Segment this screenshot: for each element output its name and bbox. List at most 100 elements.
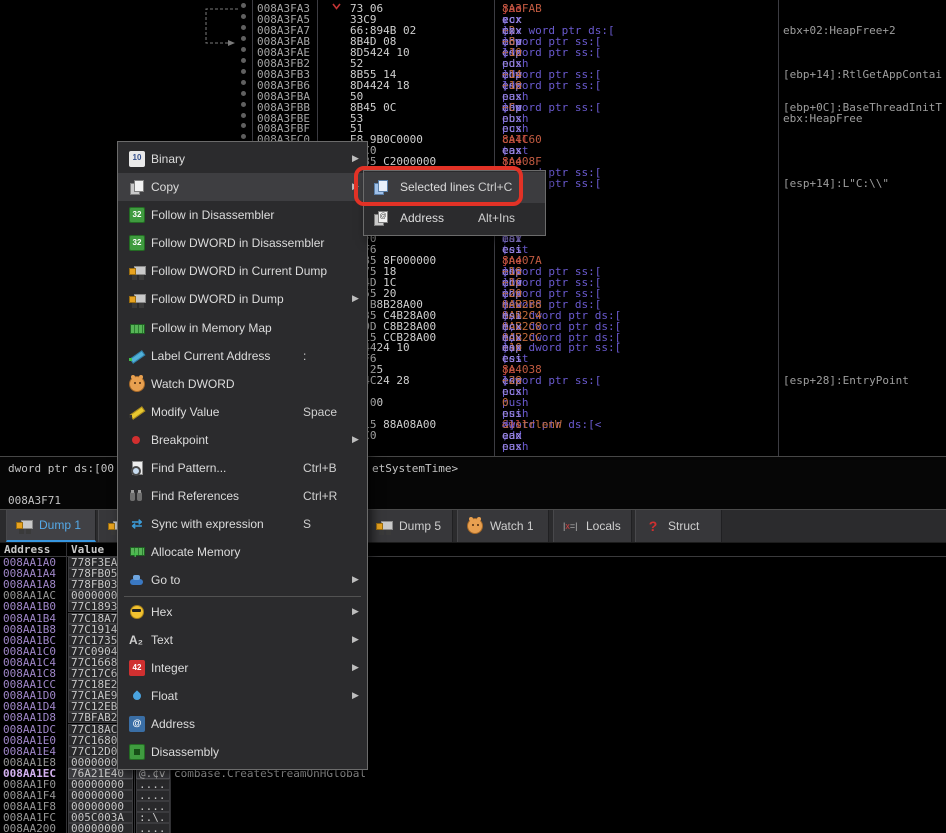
menu-item-float[interactable]: Float▶ [118, 682, 367, 710]
submenu-arrow-icon: ▶ [352, 606, 359, 617]
menu-item-label: Hex [151, 605, 172, 619]
disasm-row[interactable]: 008A3FB38B55 14mov edx,dword ptr ss:[ebp… [0, 69, 946, 80]
menu-item-hex[interactable]: Hex ▶ [118, 598, 367, 626]
disasm-row[interactable]: 008A3FA373 06jae 8A3FAB [0, 3, 946, 14]
breakpoint-dot[interactable] [241, 14, 246, 19]
tab-watch-1[interactable]: Watch 1 [457, 510, 549, 542]
menu-item-follow-in-disassembler[interactable]: Follow in Disassembler [118, 201, 367, 229]
dump-header-value: Value [71, 543, 104, 556]
menu-item-go-to[interactable]: Go to▶ [118, 566, 367, 594]
info-current-address: 008A3F71 [8, 495, 61, 507]
menu-item-allocate-memory[interactable]: Allocate Memory [118, 538, 367, 566]
menu-item-disassembly[interactable]: Disassembly [118, 738, 367, 766]
menu-item-find-references[interactable]: Find ReferencesCtrl+R [118, 482, 367, 510]
tab-label: Dump 5 [399, 519, 441, 533]
submenu-arrow-icon: ▶ [352, 434, 359, 445]
disasm-row[interactable]: 008A3FB68D4424 18lea eax,dword ptr ss:[e… [0, 80, 946, 91]
menu-item-binary[interactable]: Binary▶ [118, 145, 367, 173]
menu-item-label: Copy [151, 180, 179, 194]
disasm-row[interactable]: 008A3FAE8D5424 10lea edx,dword ptr ss:[e… [0, 47, 946, 58]
menu-item-integer[interactable]: Integer ▶ [118, 654, 367, 682]
menu-item-follow-dword-in-dump[interactable]: Follow DWORD in Dump▶ [118, 285, 367, 313]
menu-item-label: Go to [151, 573, 180, 587]
breakpoint-dot[interactable] [241, 25, 246, 30]
breakpoint-dot[interactable] [241, 3, 246, 8]
breakpoint-dot[interactable] [241, 69, 246, 74]
dump-row[interactable]: 008AA20000000000.... [0, 823, 946, 833]
menu-item-label: Allocate Memory [151, 545, 240, 559]
menu-separator [124, 596, 361, 597]
menu-item-label: Follow in Disassembler [151, 208, 274, 222]
disasm-row[interactable]: 008A3FBF51push ecx [0, 123, 946, 134]
breakpoint-dot[interactable] [241, 47, 246, 52]
info-expression-left: dword ptr ds:[00 [8, 463, 114, 475]
tab-dump-1[interactable]: Dump 1 [6, 510, 96, 542]
menu-item-sync-with-expression[interactable]: ⇄Sync with expressionS [118, 510, 367, 538]
submenu-item-address[interactable]: AddressAlt+Ins [364, 203, 545, 234]
dump-value: 00000000 [68, 823, 133, 833]
breakpoint-dot[interactable] [241, 134, 246, 139]
breakpoint-dot[interactable] [241, 80, 246, 85]
menu-item-follow-dword-in-current-dump[interactable]: Follow DWORD in Current Dump [118, 257, 367, 285]
disasm-row[interactable]: 008A3FBA50push eax [0, 91, 946, 102]
menu-item-label: Follow in Memory Map [151, 321, 272, 335]
float-icon [129, 688, 145, 704]
disasm-row[interactable]: 008A3FBE53push ebxebx:HeapFree [0, 113, 946, 124]
menu-item-label: Integer [151, 661, 188, 675]
tab-struct[interactable]: ? Struct [635, 510, 722, 542]
findref-icon [129, 488, 145, 504]
menu-item-follow-dword-in-disassembler[interactable]: Follow DWORD in Disassembler [118, 229, 367, 257]
submenu-item-selected-lines[interactable]: Selected linesCtrl+C [364, 172, 545, 203]
tab-label: Struct [668, 519, 699, 533]
tab-label: Dump 1 [39, 518, 81, 532]
text-icon: A₂ [129, 632, 145, 648]
breakpoint-dot[interactable] [241, 102, 246, 107]
disasm-bytes: 50 [350, 91, 363, 102]
menu-item-label: Follow DWORD in Current Dump [151, 264, 327, 278]
menu-item-follow-in-memory-map[interactable]: Follow in Memory Map [118, 314, 367, 342]
dump-header-address: Address [4, 543, 50, 556]
menu-item-watch-dword[interactable]: Watch DWORD [118, 370, 367, 398]
disasm-comment: [ebp+0C]:BaseThreadInitT [783, 102, 942, 113]
submenu-shortcut: Ctrl+C [478, 180, 512, 194]
tab-label: Watch 1 [490, 519, 534, 533]
goto-icon [129, 572, 145, 588]
menu-item-find-pattern[interactable]: Find Pattern...Ctrl+B [118, 454, 367, 482]
disasm-bytes: 8B45 0C [350, 102, 396, 113]
disasm-address: 008A3FB6 [257, 80, 310, 91]
struct-icon: ? [645, 518, 661, 534]
tab-locals[interactable]: |x=|Locals [553, 510, 632, 542]
locals-icon: |x=| [563, 518, 579, 534]
breakpoint-dot[interactable] [241, 91, 246, 96]
hex-icon [129, 604, 145, 620]
disasm-row[interactable]: 008A3FA766:894B 02mov word ptr ds:[ebx+2… [0, 25, 946, 36]
breakpoint-dot[interactable] [241, 113, 246, 118]
alloc-icon [129, 544, 145, 560]
menu-item-label: Float [151, 689, 178, 703]
watch-icon [467, 518, 483, 534]
breakpoint-dot[interactable] [241, 58, 246, 63]
breakpoint-dot[interactable] [241, 36, 246, 41]
info-expression-right: etSystemTime> [372, 463, 458, 475]
menu-item-breakpoint[interactable]: Breakpoint▶ [118, 426, 367, 454]
menu-item-copy[interactable]: Copy▶ [118, 173, 367, 201]
submenu-arrow-icon: ▶ [352, 662, 359, 673]
disasm-address: 008A3FBB [257, 102, 310, 113]
menu-item-label-current-address[interactable]: Label Current Address: [118, 342, 367, 370]
menu-item-address[interactable]: Address [118, 710, 367, 738]
menu-shortcut: Ctrl+B [303, 461, 337, 475]
menu-item-text[interactable]: A₂Text▶ [118, 626, 367, 654]
dump-address: 008AA1B8 [3, 624, 56, 635]
dump-address: 008AA1B4 [3, 613, 56, 624]
tab-dump-5[interactable]: Dump 5 [366, 510, 453, 542]
menu-item-label: Disassembly [151, 745, 219, 759]
disasm-comment: ebx+02:HeapFree+2 [783, 25, 896, 36]
menu-item-label: Modify Value [151, 405, 219, 419]
menu-item-label: Find References [151, 489, 239, 503]
breakpoint-dot[interactable] [241, 123, 246, 128]
disasm-comment: [esp+14]:L"C:\\" [783, 178, 889, 189]
disasm-row[interactable]: 008A3FBB8B45 0Cmov eax,dword ptr ss:[ebp… [0, 102, 946, 113]
watch-icon [129, 376, 145, 392]
menu-item-modify-value[interactable]: Modify ValueSpace [118, 398, 367, 426]
disasm-row[interactable]: 008A3FAB8B4D 08mov ecx,dword ptr ss:[ebp… [0, 36, 946, 47]
